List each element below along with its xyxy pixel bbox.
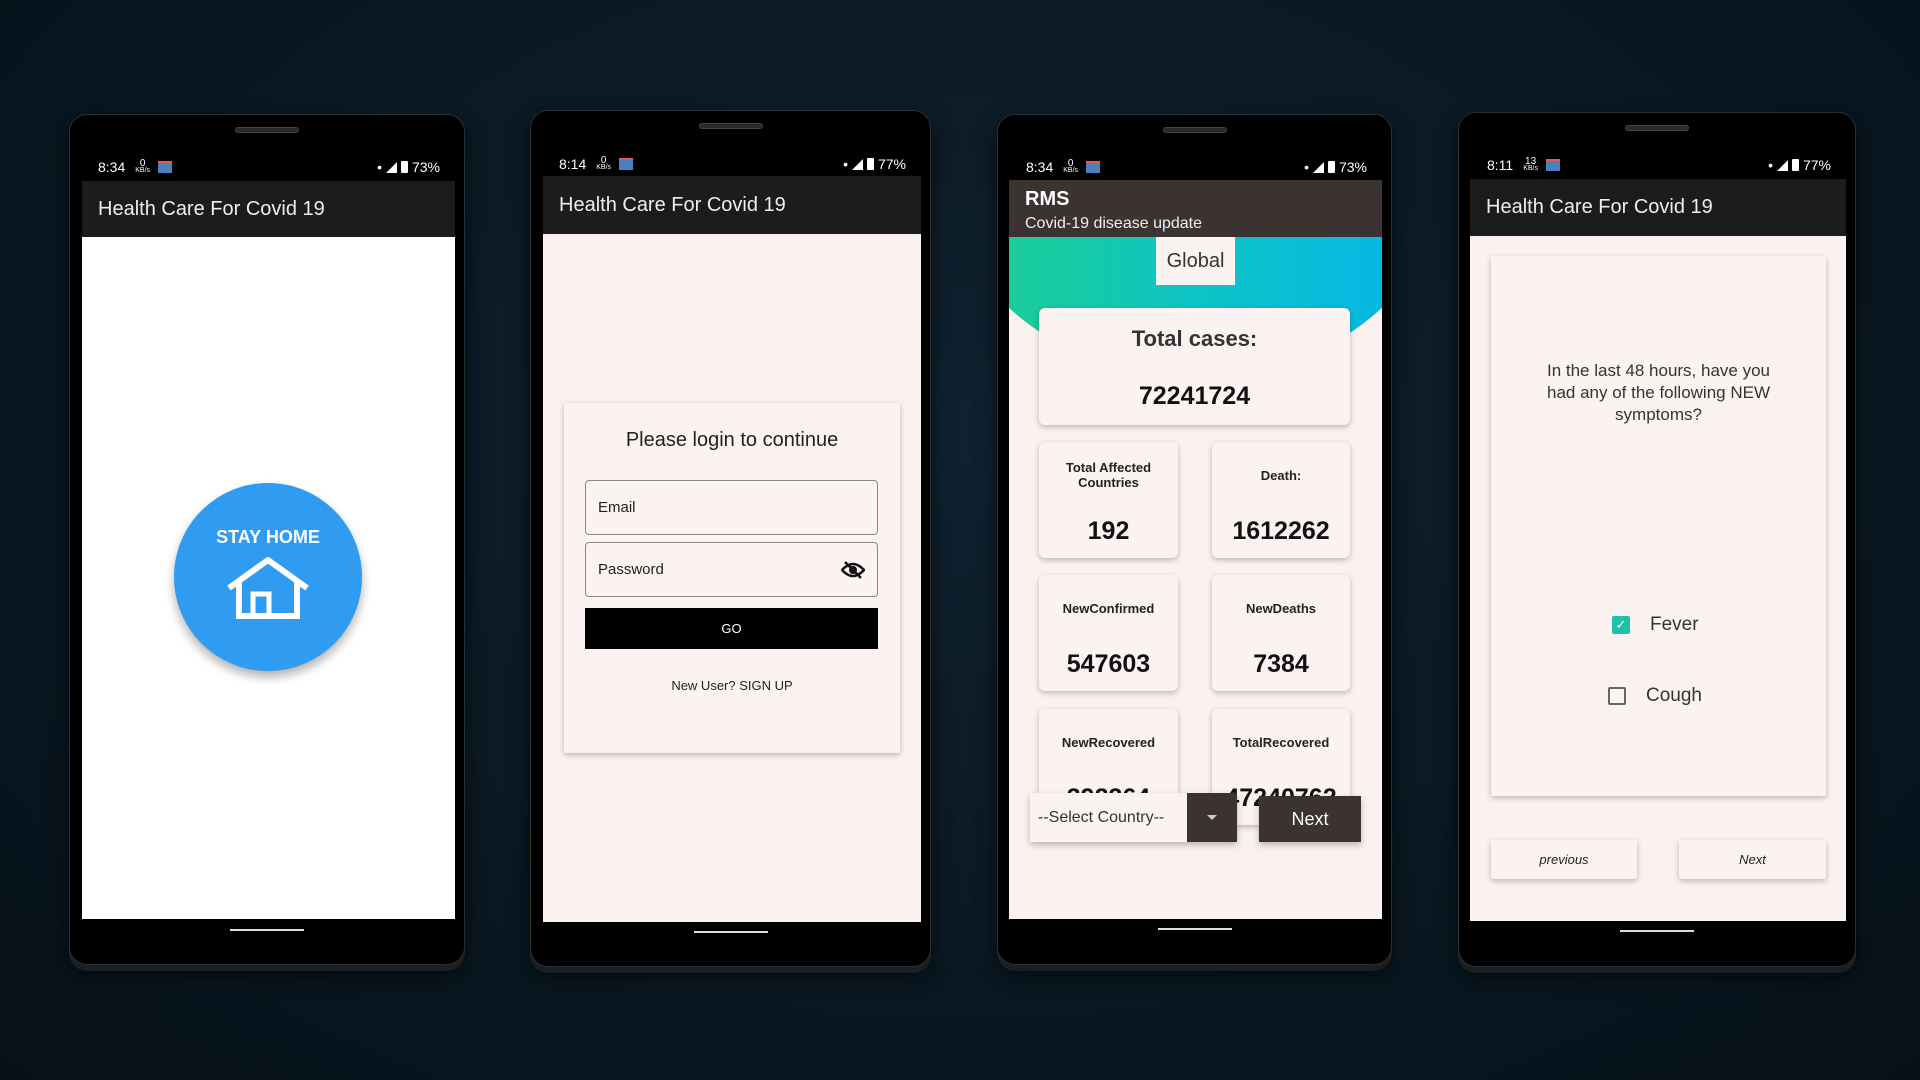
login-content: Please login to continue Email Password … — [543, 234, 921, 922]
signal-icon — [385, 161, 397, 173]
status-time: 8:34 — [1026, 159, 1054, 175]
signal-icon — [1312, 161, 1324, 173]
network-speed: 0 KB/s — [1063, 158, 1079, 175]
battery-icon — [1327, 161, 1335, 173]
option-cough[interactable]: Cough — [1608, 684, 1748, 708]
go-button[interactable]: GO — [585, 608, 878, 649]
dashboard-content: Global Total cases: 72241724 Total Affec… — [1009, 237, 1382, 919]
total-cases-card: Total cases: 72241724 — [1039, 308, 1350, 425]
home-indicator[interactable] — [693, 931, 768, 933]
status-time: 8:34 — [98, 159, 126, 175]
app-title: Health Care For Covid 19 — [1486, 196, 1713, 218]
screen: Health Care For Covid 19 In the last 48 … — [1470, 179, 1846, 921]
battery-icon — [400, 161, 408, 173]
question-card: In the last 48 hours, have you had any o… — [1491, 256, 1826, 796]
home-indicator[interactable] — [1620, 930, 1694, 932]
app-notification-icon — [158, 161, 173, 173]
screen: RMS Covid-19 disease update Global Total… — [1009, 180, 1382, 919]
signup-link[interactable]: New User? SIGN UP — [564, 678, 900, 693]
house-icon — [227, 557, 309, 619]
cough-label: Cough — [1646, 685, 1702, 706]
app-bar: Health Care For Covid 19 — [82, 181, 455, 237]
app-bar: Health Care For Covid 19 — [1470, 179, 1846, 236]
status-bar: 8:11 13 KB/s • 77% — [1459, 155, 1855, 175]
dropdown-arrow-icon[interactable] — [1187, 793, 1237, 842]
signal-icon — [1776, 159, 1788, 171]
app-notification-icon — [619, 158, 634, 170]
total-cases-value: 72241724 — [1138, 382, 1251, 410]
battery-level: 77% — [877, 156, 906, 172]
battery-icon — [1791, 159, 1799, 171]
cough-checkbox[interactable] — [1608, 687, 1626, 705]
eye-off-icon[interactable] — [841, 561, 865, 579]
password-input[interactable]: Password — [585, 542, 878, 597]
fever-label: Fever — [1650, 614, 1699, 635]
email-input[interactable]: Email — [585, 480, 878, 535]
phone-dashboard: 8:34 0 KB/s • 73% RMS Covid-19 disease upd… — [997, 114, 1392, 965]
speaker — [1162, 127, 1227, 133]
dot-icon: • — [1304, 159, 1309, 175]
stat-card: NewConfirmed 547603 — [1039, 575, 1178, 691]
stay-home-label: STAY HOME — [216, 527, 320, 547]
phone-splash: 8:34 0 KB/s • 73% Health Care For Covid 19… — [69, 114, 465, 965]
status-time: 8:14 — [559, 156, 587, 172]
option-fever[interactable]: ✓ Fever — [1612, 613, 1752, 637]
stat-card: Death: 1612262 — [1212, 442, 1350, 558]
home-indicator[interactable] — [1157, 928, 1232, 930]
status-bar: 8:14 0 KB/s • 77% — [531, 154, 930, 174]
phone-survey: 8:11 13 KB/s • 77% Health Care For Covid 1… — [1458, 112, 1856, 967]
dot-icon: • — [377, 159, 382, 175]
speaker — [698, 123, 763, 129]
previous-button[interactable]: previous — [1491, 840, 1637, 879]
total-cases-label: Total cases: — [1131, 326, 1258, 351]
screen: Health Care For Covid 19 Please login to… — [543, 176, 921, 922]
password-placeholder: Password — [598, 561, 664, 578]
country-select-value: --Select Country-- — [1038, 808, 1165, 826]
network-speed: 0 KB/s — [596, 155, 612, 172]
app-bar: RMS Covid-19 disease update — [1009, 180, 1382, 237]
battery-level: 77% — [1802, 157, 1831, 173]
dot-icon: • — [843, 156, 848, 172]
app-title: Health Care For Covid 19 — [559, 193, 786, 216]
survey-content: In the last 48 hours, have you had any o… — [1470, 236, 1846, 921]
dot-icon: • — [1768, 157, 1773, 173]
email-placeholder: Email — [598, 499, 636, 516]
country-select[interactable]: --Select Country-- — [1030, 793, 1237, 842]
network-speed: 13 KB/s — [1523, 156, 1539, 173]
app-title: RMS — [1025, 188, 1070, 210]
app-bar: Health Care For Covid 19 — [543, 176, 921, 234]
battery-level: 73% — [1338, 159, 1367, 175]
question-text: In the last 48 hours, have you had any o… — [1546, 361, 1771, 424]
next-button[interactable]: Next — [1259, 796, 1361, 842]
phone-login: 8:14 0 KB/s • 77% Health Care For Covid 19… — [530, 110, 931, 967]
status-bar: 8:34 0 KB/s • 73% — [998, 157, 1391, 177]
home-indicator[interactable] — [230, 929, 304, 931]
app-subtitle: Covid-19 disease update — [1025, 215, 1203, 232]
battery-level: 73% — [411, 159, 440, 175]
login-title: Please login to continue — [625, 429, 839, 451]
scope-tab-global[interactable]: Global — [1156, 237, 1235, 285]
stay-home-button[interactable]: STAY HOME — [174, 483, 362, 671]
speaker — [1625, 125, 1689, 131]
app-notification-icon — [1546, 159, 1561, 171]
next-button[interactable]: Next — [1679, 840, 1826, 879]
screen: Health Care For Covid 19 STAY HOME — [82, 181, 455, 919]
fever-checkbox[interactable]: ✓ — [1612, 616, 1630, 634]
battery-icon — [866, 158, 874, 170]
splash-content: STAY HOME — [82, 237, 455, 919]
stat-card: Total Affected Countries 192 — [1039, 442, 1178, 558]
status-bar: 8:34 0 KB/s • 73% — [70, 157, 464, 177]
app-notification-icon — [1086, 161, 1101, 173]
status-time: 8:11 — [1487, 157, 1514, 173]
stat-card: NewDeaths 7384 — [1212, 575, 1350, 691]
app-title: Health Care For Covid 19 — [98, 197, 325, 220]
login-card: Please login to continue Email Password … — [564, 403, 900, 753]
network-speed: 0 KB/s — [135, 158, 151, 175]
speaker — [235, 127, 299, 133]
signal-icon — [851, 158, 863, 170]
